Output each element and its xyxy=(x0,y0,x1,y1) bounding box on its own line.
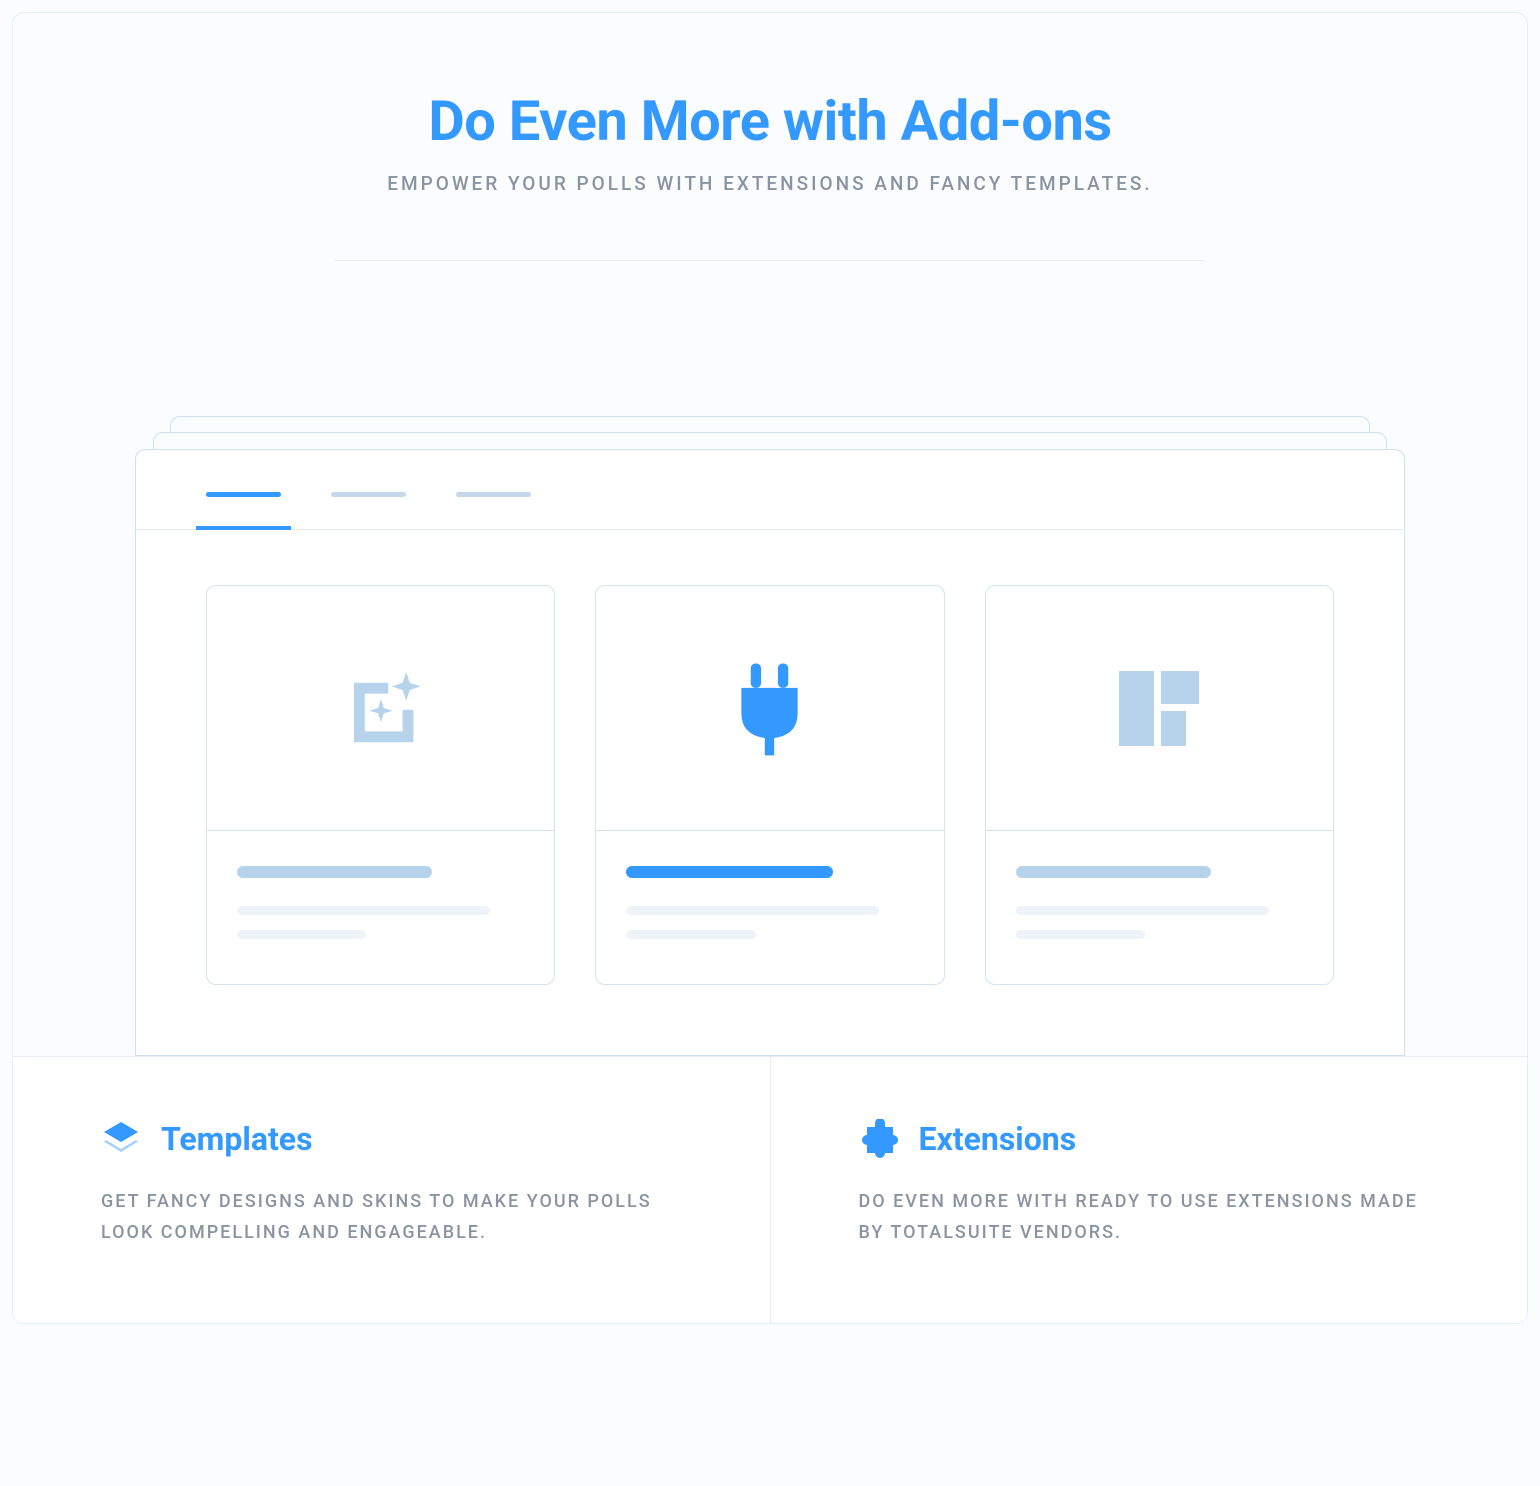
puzzle-icon xyxy=(859,1119,899,1159)
info-description-templates: Get fancy designs and skins to make your… xyxy=(101,1187,690,1248)
info-title-extensions: Extensions xyxy=(919,1120,1077,1158)
addon-card-plug xyxy=(595,585,944,985)
divider xyxy=(335,260,1205,261)
tab-active xyxy=(206,492,281,497)
card-line-placeholder xyxy=(1016,906,1269,915)
browser-window-front xyxy=(135,449,1405,1056)
info-description-extensions: Do even more with ready to use extension… xyxy=(859,1187,1448,1248)
page-subtitle: Empower your polls with extensions and f… xyxy=(53,172,1487,195)
card-line-placeholder xyxy=(237,930,366,939)
card-body xyxy=(596,831,943,984)
dashboard-icon xyxy=(1119,671,1199,746)
card-line-placeholder xyxy=(626,906,879,915)
info-header: Extensions xyxy=(859,1119,1448,1159)
addon-cards-row xyxy=(136,530,1404,985)
card-line-placeholder xyxy=(626,930,755,939)
addon-card-dashboard xyxy=(985,585,1334,985)
card-icon-area xyxy=(207,586,554,831)
card-body xyxy=(207,831,554,984)
sparkle-icon xyxy=(336,663,426,753)
card-icon-area xyxy=(986,586,1333,831)
plug-icon xyxy=(732,661,807,756)
page-title: Do Even More with Add-ons xyxy=(53,88,1487,154)
browser-mockup xyxy=(135,416,1405,1056)
main-container: Do Even More with Add-ons Empower your p… xyxy=(12,12,1528,1324)
layers-icon xyxy=(101,1119,141,1159)
tab-inactive xyxy=(456,492,531,497)
info-sections: Templates Get fancy designs and skins to… xyxy=(13,1056,1527,1323)
card-icon-area xyxy=(596,586,943,831)
card-line-placeholder xyxy=(237,906,490,915)
card-title-placeholder xyxy=(1016,866,1211,878)
info-card-templates: Templates Get fancy designs and skins to… xyxy=(13,1057,771,1323)
addon-card-sparkle xyxy=(206,585,555,985)
tab-inactive xyxy=(331,492,406,497)
header-section: Do Even More with Add-ons Empower your p… xyxy=(13,13,1527,301)
card-body xyxy=(986,831,1333,984)
browser-tabs xyxy=(136,450,1404,530)
card-title-placeholder xyxy=(626,866,833,878)
info-card-extensions: Extensions Do even more with ready to us… xyxy=(771,1057,1528,1323)
info-header: Templates xyxy=(101,1119,690,1159)
card-line-placeholder xyxy=(1016,930,1145,939)
card-title-placeholder xyxy=(237,866,432,878)
info-title-templates: Templates xyxy=(161,1120,313,1158)
